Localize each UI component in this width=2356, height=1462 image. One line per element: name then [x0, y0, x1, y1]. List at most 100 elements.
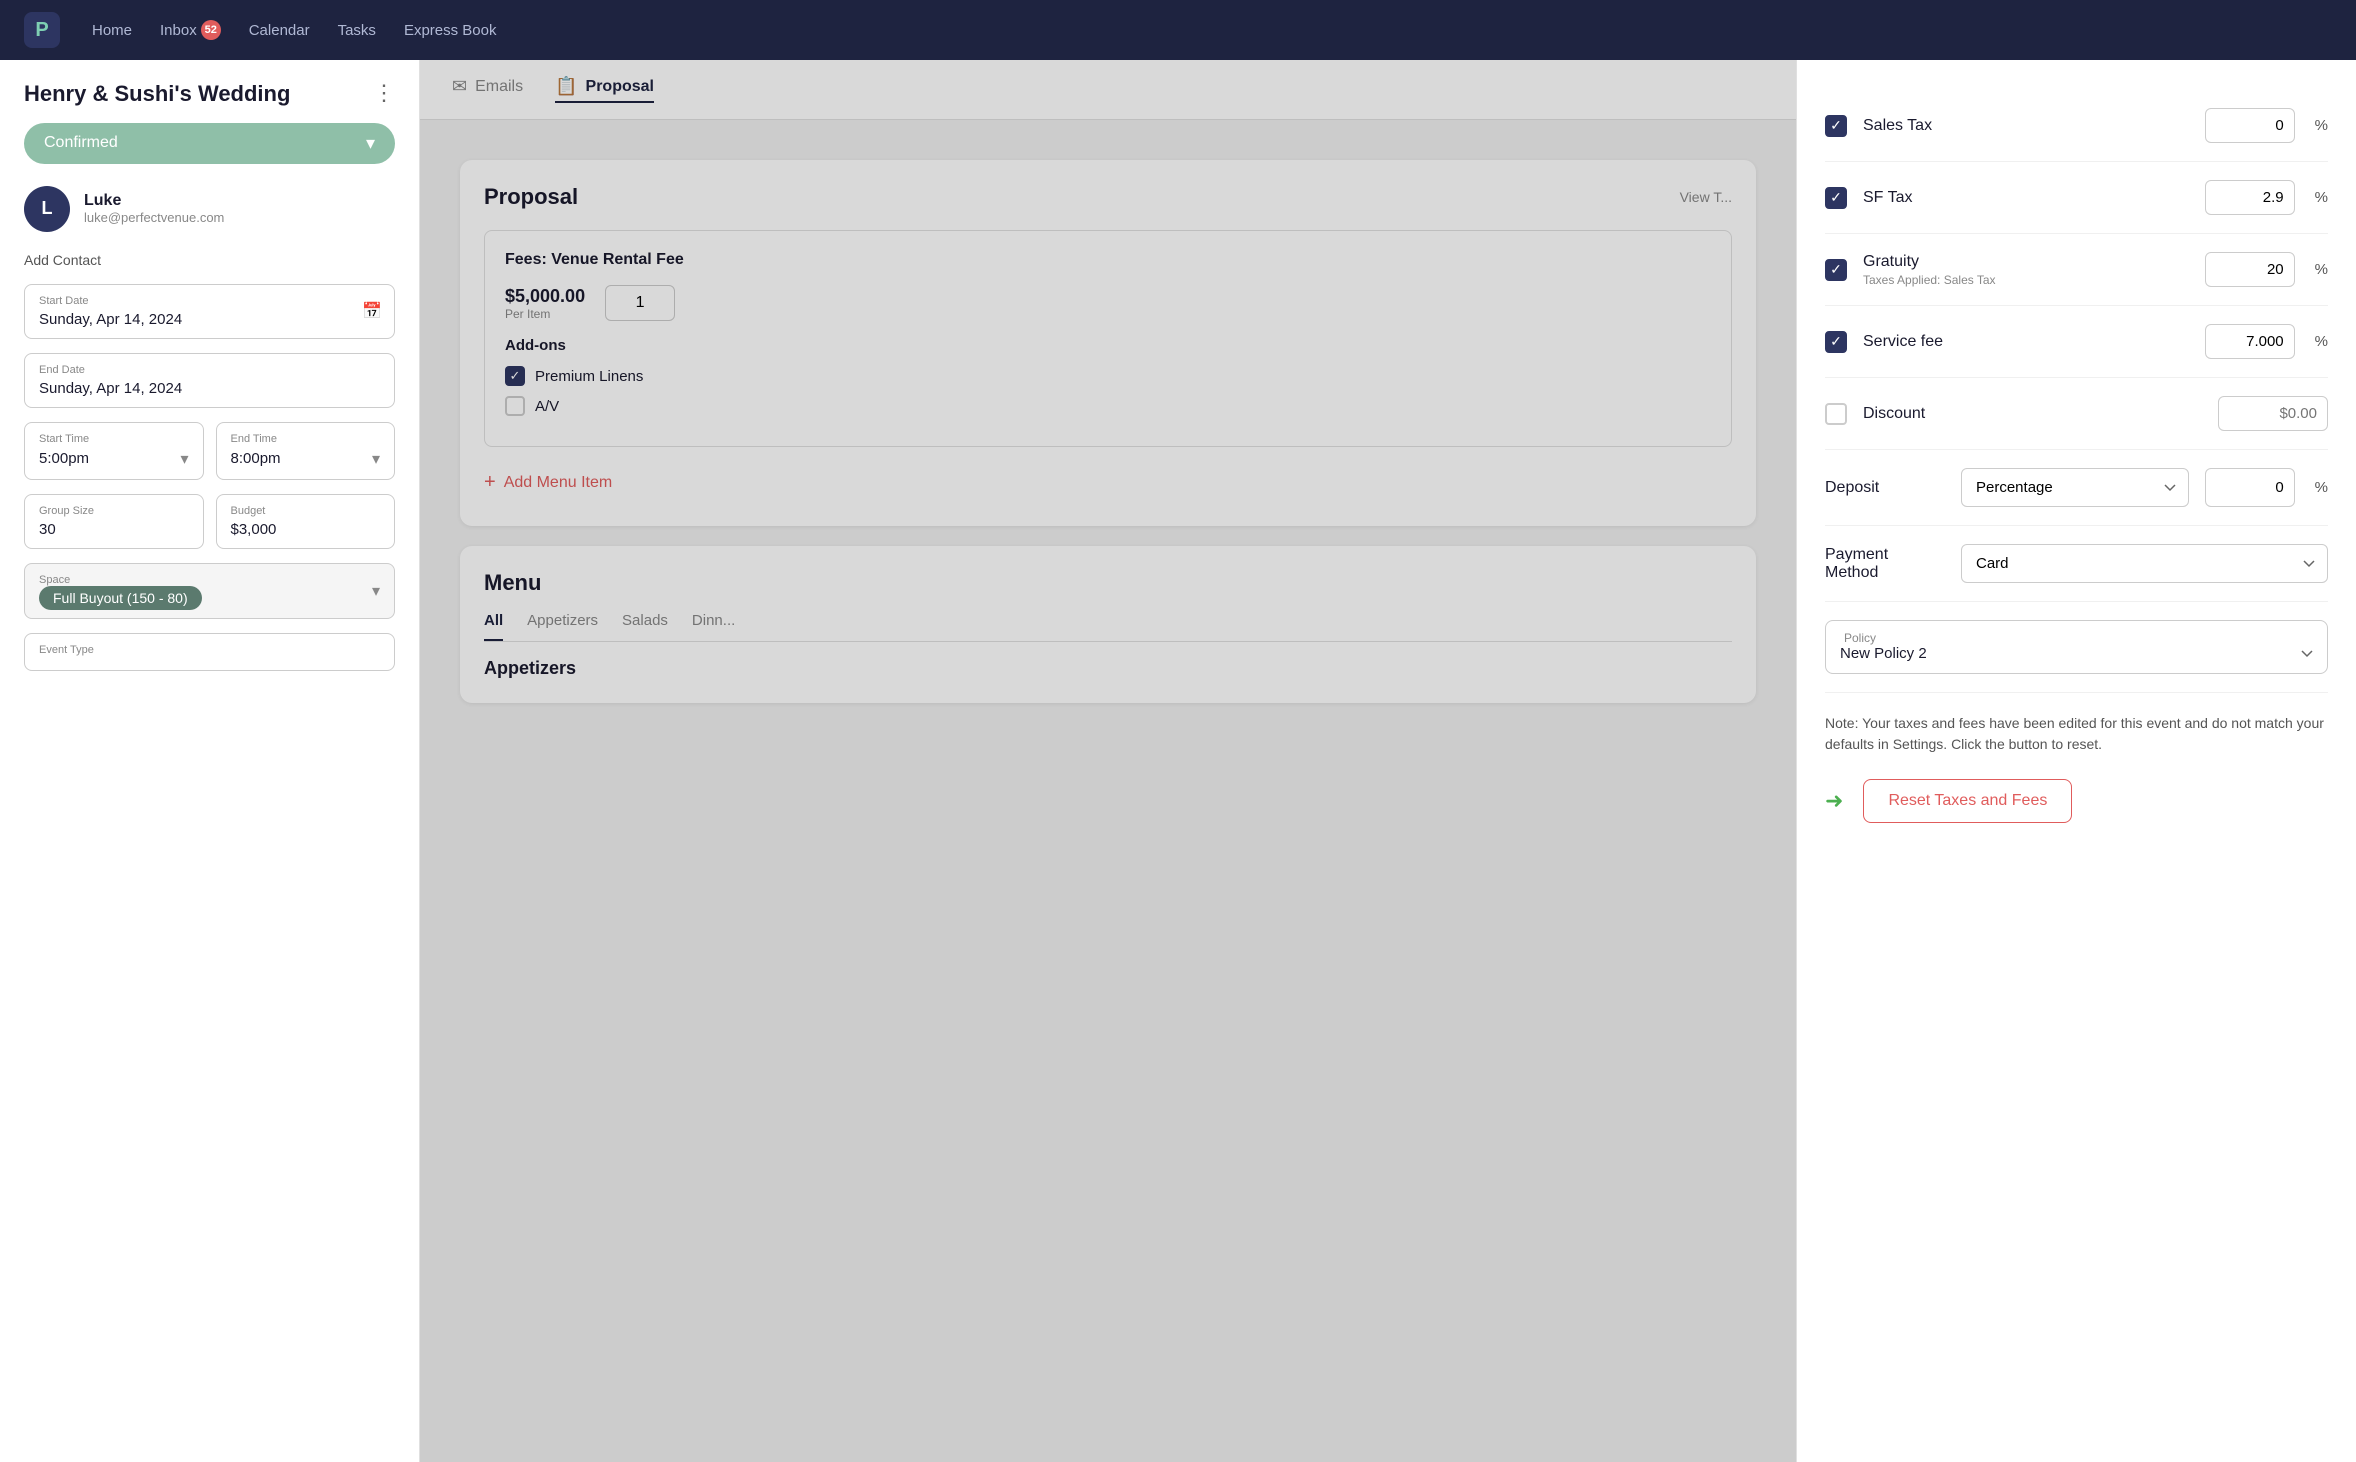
more-options-button[interactable]: ⋮ — [373, 80, 395, 106]
tab-proposal[interactable]: 📋 Proposal — [555, 76, 654, 103]
fees-per-item: Per Item — [505, 307, 585, 321]
deposit-pct: % — [2315, 479, 2328, 496]
sales-tax-pct: % — [2315, 117, 2328, 134]
app-logo: P — [24, 12, 60, 48]
sf-tax-row: ✓ SF Tax % — [1825, 162, 2328, 234]
av-checkbox[interactable] — [505, 396, 525, 416]
payment-method-row: Payment Method Card Cash Check ACH — [1825, 526, 2328, 602]
note-text: Note: Your taxes and fees have been edit… — [1825, 693, 2328, 771]
sales-tax-row: ✓ Sales Tax % — [1825, 90, 2328, 162]
nav-calendar[interactable]: Calendar — [249, 22, 310, 39]
service-fee-row: ✓ Service fee % — [1825, 306, 2328, 378]
reset-taxes-fees-button[interactable]: Reset Taxes and Fees — [1863, 779, 2072, 823]
proposal-card: Proposal View T... Fees: Venue Rental Fe… — [460, 160, 1756, 526]
checkmark-icon: ✓ — [1830, 117, 1842, 134]
contact-name: Luke — [84, 192, 395, 210]
policy-legend: Policy — [1840, 631, 2313, 645]
service-fee-label: Service fee — [1863, 333, 2189, 351]
menu-tab-appetizers[interactable]: Appetizers — [527, 612, 598, 641]
payment-method-label: Payment Method — [1825, 546, 1945, 582]
space-select[interactable]: Space Full Buyout (150 - 80) ▾ — [24, 563, 395, 619]
discount-checkbox[interactable] — [1825, 403, 1847, 425]
status-chevron-icon: ▾ — [366, 133, 375, 154]
sf-tax-label: SF Tax — [1863, 189, 2189, 207]
event-title: Henry & Sushi's Wedding — [24, 80, 290, 109]
payment-method-select[interactable]: Card Cash Check ACH — [1961, 544, 2328, 583]
sf-tax-input[interactable] — [2205, 180, 2295, 215]
right-panel: ✓ Sales Tax % ✓ SF Tax % ✓ — [1796, 60, 2356, 1462]
menu-tab-dinners[interactable]: Dinn... — [692, 612, 735, 641]
discount-input[interactable] — [2218, 396, 2328, 431]
deposit-label: Deposit — [1825, 479, 1945, 497]
deposit-type-select[interactable]: Percentage Fixed Amount — [1961, 468, 2189, 507]
fees-title: Fees: Venue Rental Fee — [505, 251, 1711, 269]
menu-card: Menu All Appetizers Salads Dinn... Appet… — [460, 546, 1756, 703]
contact-email: luke@perfectvenue.com — [84, 210, 395, 225]
gratuity-label: Gratuity Taxes Applied: Sales Tax — [1863, 253, 2189, 287]
chevron-down-icon: ▾ — [180, 449, 188, 469]
sales-tax-checkbox[interactable]: ✓ — [1825, 115, 1847, 137]
end-time-field[interactable]: End Time 8:00pm ▾ — [216, 422, 396, 480]
status-badge[interactable]: Confirmed ▾ — [24, 123, 395, 164]
discount-row: Discount — [1825, 378, 2328, 450]
avatar: L — [24, 186, 70, 232]
fees-card: Fees: Venue Rental Fee $5,000.00 Per Ite… — [484, 230, 1732, 447]
reset-section: ➜ Reset Taxes and Fees — [1825, 771, 2328, 823]
gratuity-pct: % — [2315, 261, 2328, 278]
addon-av[interactable]: A/V — [505, 396, 1711, 416]
chevron-down-icon: ▾ — [372, 581, 380, 601]
qty-input[interactable] — [605, 285, 675, 321]
addons-title: Add-ons — [505, 337, 1711, 354]
add-contact-link[interactable]: Add Contact — [0, 244, 419, 276]
addon-label: Premium Linens — [535, 368, 643, 385]
checkmark-icon: ✓ — [1830, 261, 1842, 278]
start-date-field[interactable]: Start Date Sunday, Apr 14, 2024 📅 — [24, 284, 395, 339]
nav-home[interactable]: Home — [92, 22, 132, 39]
menu-tab-salads[interactable]: Salads — [622, 612, 668, 641]
sf-tax-checkbox[interactable]: ✓ — [1825, 187, 1847, 209]
sales-tax-input[interactable] — [2205, 108, 2295, 143]
service-fee-input[interactable] — [2205, 324, 2295, 359]
premium-linens-checkbox[interactable]: ✓ — [505, 366, 525, 386]
email-icon: ✉ — [452, 76, 467, 97]
menu-title: Menu — [484, 570, 1732, 596]
chevron-down-icon: ▾ — [372, 449, 380, 469]
arrow-right-icon: ➜ — [1825, 788, 1843, 814]
gratuity-input[interactable] — [2205, 252, 2295, 287]
nav-inbox[interactable]: Inbox 52 — [160, 20, 221, 40]
plus-icon: + — [484, 471, 496, 494]
event-type-field[interactable]: Event Type — [24, 633, 395, 671]
view-link[interactable]: View T... — [1680, 189, 1732, 205]
policy-select[interactable]: New Policy 2 Standard Policy Custom Poli… — [1840, 645, 2313, 662]
service-fee-pct: % — [2315, 333, 2328, 350]
policy-row: Policy New Policy 2 Standard Policy Cust… — [1825, 602, 2328, 693]
menu-tab-all[interactable]: All — [484, 612, 503, 641]
group-size-field[interactable]: Group Size 30 — [24, 494, 204, 549]
menu-tabs: All Appetizers Salads Dinn... — [484, 612, 1732, 642]
sf-tax-pct: % — [2315, 189, 2328, 206]
inbox-badge: 52 — [201, 20, 221, 40]
checkmark-icon: ✓ — [1830, 333, 1842, 350]
deposit-row: Deposit Percentage Fixed Amount % — [1825, 450, 2328, 526]
appetizers-heading: Appetizers — [484, 658, 1732, 679]
end-date-field[interactable]: End Date Sunday, Apr 14, 2024 — [24, 353, 395, 408]
proposal-title: Proposal — [484, 184, 578, 210]
proposal-icon: 📋 — [555, 76, 577, 97]
nav-tasks[interactable]: Tasks — [338, 22, 376, 39]
deposit-input[interactable] — [2205, 468, 2295, 507]
fees-amount: $5,000.00 — [505, 286, 585, 307]
add-menu-item-button[interactable]: + Add Menu Item — [484, 463, 1732, 502]
sales-tax-label: Sales Tax — [1863, 117, 2189, 135]
gratuity-row: ✓ Gratuity Taxes Applied: Sales Tax % — [1825, 234, 2328, 306]
addon-label: A/V — [535, 398, 559, 415]
service-fee-checkbox[interactable]: ✓ — [1825, 331, 1847, 353]
checkmark-icon: ✓ — [1830, 189, 1842, 206]
gratuity-checkbox[interactable]: ✓ — [1825, 259, 1847, 281]
nav-express-book[interactable]: Express Book — [404, 22, 497, 39]
tab-emails[interactable]: ✉ Emails — [452, 76, 523, 103]
calendar-icon: 📅 — [362, 301, 382, 321]
addon-premium-linens[interactable]: ✓ Premium Linens — [505, 366, 1711, 386]
start-time-field[interactable]: Start Time 5:00pm ▾ — [24, 422, 204, 480]
budget-field[interactable]: Budget $3,000 — [216, 494, 396, 549]
discount-label: Discount — [1863, 405, 2202, 423]
